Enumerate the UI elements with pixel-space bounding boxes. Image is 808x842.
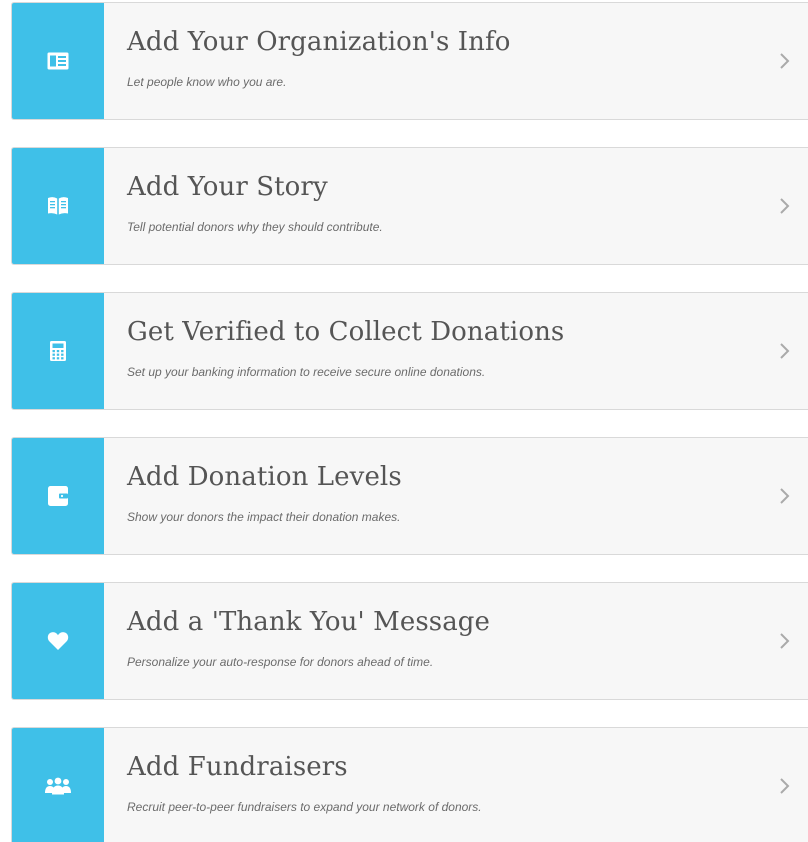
setup-item-title: Add a 'Thank You' Message (127, 607, 491, 637)
icon-panel (12, 728, 104, 842)
group-icon (45, 777, 71, 795)
chevron-right-icon (780, 53, 790, 69)
setup-item-subtitle: Show your donors the impact their donati… (127, 510, 401, 524)
calculator-icon (50, 341, 66, 361)
icon-panel (12, 148, 104, 264)
heart-icon (47, 632, 69, 650)
setup-item-subtitle: Tell potential donors why they should co… (127, 220, 383, 234)
icon-panel (12, 293, 104, 409)
setup-item-get-verified[interactable]: Get Verified to Collect Donations Set up… (11, 292, 808, 410)
setup-item-title: Add Donation Levels (127, 462, 402, 492)
setup-item-subtitle: Let people know who you are. (127, 75, 287, 89)
icon-panel (12, 583, 104, 699)
setup-item-donation-levels[interactable]: Add Donation Levels Show your donors the… (11, 437, 808, 555)
chevron-right-icon (780, 343, 790, 359)
setup-item-subtitle: Set up your banking information to recei… (127, 365, 486, 379)
setup-item-subtitle: Recruit peer-to-peer fundraisers to expa… (127, 800, 482, 814)
open-book-icon (48, 197, 68, 215)
setup-item-title: Add Fundraisers (127, 752, 348, 782)
setup-item-story[interactable]: Add Your Story Tell potential donors why… (11, 147, 808, 265)
chevron-right-icon (780, 633, 790, 649)
icon-panel (12, 3, 104, 119)
icon-panel (12, 438, 104, 554)
id-card-icon (47, 52, 69, 70)
setup-item-thank-you-message[interactable]: Add a 'Thank You' Message Personalize yo… (11, 582, 808, 700)
setup-item-organization-info[interactable]: Add Your Organization's Info Let people … (11, 2, 808, 120)
setup-item-fundraisers[interactable]: Add Fundraisers Recruit peer-to-peer fun… (11, 727, 808, 842)
setup-item-title: Add Your Story (127, 172, 328, 202)
chevron-right-icon (780, 778, 790, 794)
setup-item-subtitle: Personalize your auto-response for donor… (127, 655, 434, 669)
chevron-right-icon (780, 198, 790, 214)
setup-item-title: Get Verified to Collect Donations (127, 317, 565, 347)
wallet-icon (48, 486, 68, 506)
chevron-right-icon (780, 488, 790, 504)
setup-item-title: Add Your Organization's Info (127, 27, 511, 57)
